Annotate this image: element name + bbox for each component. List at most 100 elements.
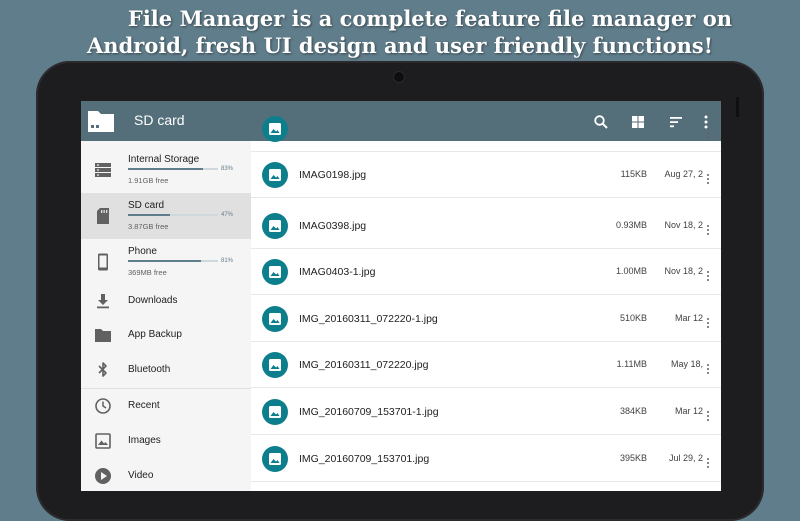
file-size: 510KB	[619, 313, 647, 323]
promo-headline-line1: File Manager is a complete feature file …	[127, 6, 733, 31]
file-name: IMG_20160709_153701.jpg	[299, 453, 430, 465]
storage-name: SD card	[128, 200, 165, 211]
file-date: Mar 12	[674, 406, 703, 416]
file-row-partial[interactable]	[251, 106, 721, 152]
drawer-item-sd-card[interactable]: SD card 47% 3.87GB free	[81, 193, 251, 239]
storage-percent: 83%	[221, 166, 234, 172]
storage-icon	[95, 163, 111, 177]
file-date: May 18,	[670, 359, 703, 369]
image-icon	[269, 359, 281, 371]
file-row[interactable]: IMG_20160311_072220-1.jpg 510KB Mar 12	[251, 296, 721, 342]
image-thumbnail	[262, 446, 288, 472]
drawer-item-app-backup[interactable]: App Backup	[81, 318, 251, 352]
file-name: IMAG0398.jpg	[299, 220, 367, 232]
image-thumbnail	[262, 306, 288, 332]
drawer-item-label: Video	[128, 470, 154, 481]
more-vert-icon[interactable]	[702, 224, 714, 236]
file-date: Nov 18, 2	[664, 220, 703, 230]
more-vert-icon[interactable]	[702, 457, 714, 469]
image-thumbnail	[262, 259, 288, 285]
storage-free: 1.91GB free	[128, 176, 169, 185]
image-icon	[269, 169, 281, 181]
storage-usage-fill	[128, 214, 171, 216]
storage-usage-bar	[128, 260, 218, 262]
drawer-item-images[interactable]: Images	[81, 424, 251, 458]
file-row[interactable]: IMAG0198.jpg 115KB Aug 27, 2	[251, 152, 721, 198]
file-name: IMG_20160709_153701-1.jpg	[299, 406, 439, 418]
drawer-item-label: Bluetooth	[128, 364, 171, 375]
app-screen: SD card Internal Storage 83% 1.91GB free…	[81, 101, 721, 491]
file-row[interactable]: IMAG0398.jpg 0.93MB Nov 18, 2	[251, 203, 721, 249]
file-name: IMG_20160311_072220.jpg	[299, 359, 429, 371]
file-size: 115KB	[620, 169, 647, 179]
file-date: Jul 29, 2	[668, 453, 703, 463]
file-row[interactable]: IMG_20160311_072220.jpg 1.11MB May 18,	[251, 342, 721, 388]
bluetooth-icon	[98, 362, 107, 377]
storage-free: 369MB free	[128, 268, 167, 277]
file-row[interactable]: IMAG0403-1.jpg 1.00MB Nov 18, 2	[251, 249, 721, 295]
storage-free: 3.87GB free	[128, 222, 169, 231]
image-icon	[269, 453, 281, 465]
image-thumbnail	[262, 162, 288, 188]
image-icon	[269, 266, 281, 278]
storage-usage-bar	[128, 214, 218, 216]
file-date: Mar 12	[674, 313, 703, 323]
file-size: 395KB	[619, 453, 647, 463]
drawer-item-video[interactable]: Video	[81, 459, 251, 491]
image-icon	[269, 123, 281, 135]
more-vert-icon[interactable]	[702, 270, 714, 282]
storage-percent: 47%	[221, 212, 234, 218]
drawer-item-phone[interactable]: Phone 81% 369MB free	[81, 239, 251, 285]
promo-headline-line2: Android, fresh UI design and user friend…	[87, 33, 713, 58]
storage-usage-fill	[128, 168, 203, 170]
more-vert-icon[interactable]	[702, 410, 714, 422]
storage-usage-fill	[128, 260, 201, 262]
camera-icon	[394, 72, 404, 82]
power-button	[736, 97, 739, 117]
play-icon	[95, 468, 111, 484]
drawer-item-label: App Backup	[128, 329, 182, 340]
drawer-item-recent[interactable]: Recent	[81, 389, 251, 423]
more-vert-icon[interactable]	[702, 363, 714, 375]
more-vert-icon[interactable]	[702, 127, 714, 139]
clock-icon	[95, 398, 111, 414]
image-thumbnail	[262, 352, 288, 378]
file-size: 1.11MB	[616, 359, 647, 369]
image-thumbnail	[262, 116, 288, 142]
image-icon	[95, 433, 111, 449]
file-size: 1.00MB	[615, 266, 647, 276]
drawer-item-label: Downloads	[128, 295, 178, 306]
image-icon	[269, 406, 281, 418]
image-icon	[269, 220, 281, 232]
file-name: IMAG0198.jpg	[299, 169, 367, 181]
file-row[interactable]: IMG_20160709_153701.jpg 395KB Jul 29, 2	[251, 436, 721, 482]
file-name: IMG_20160311_072220-1.jpg	[299, 313, 438, 325]
drawer-item-bluetooth[interactable]: Bluetooth	[81, 353, 251, 387]
storage-name: Phone	[128, 246, 157, 257]
drawer-item-downloads[interactable]: Downloads	[81, 284, 251, 318]
storage-usage-bar	[128, 168, 218, 170]
image-icon	[269, 313, 281, 325]
file-size: 0.93MB	[615, 220, 647, 230]
file-row[interactable]: IMG_20160709_153701-1.jpg 384KB Mar 12	[251, 389, 721, 435]
image-thumbnail	[262, 399, 288, 425]
navigation-drawer: Internal Storage 83% 1.91GB free SD card…	[81, 141, 251, 491]
download-icon	[97, 294, 109, 309]
more-vert-icon[interactable]	[702, 173, 714, 185]
drawer-item-label: Images	[128, 435, 161, 446]
file-size: 384KB	[619, 406, 647, 416]
file-date: Aug 27, 2	[664, 169, 703, 179]
more-vert-icon[interactable]	[702, 317, 714, 329]
file-list: IMAG0198.jpg 115KB Aug 27, 2 IMAG0398.jp…	[251, 116, 721, 491]
folder-icon	[88, 111, 114, 132]
storage-percent: 81%	[221, 258, 234, 264]
storage-name: Internal Storage	[128, 154, 200, 165]
folder-icon	[95, 329, 111, 342]
sd-card-icon	[97, 208, 109, 224]
drawer-item-label: Recent	[128, 400, 160, 411]
drawer-item-internal-storage[interactable]: Internal Storage 83% 1.91GB free	[81, 147, 251, 193]
file-date: Nov 18, 2	[664, 266, 703, 276]
toolbar-title: SD card	[134, 112, 185, 128]
image-thumbnail	[262, 213, 288, 239]
phone-icon	[98, 253, 108, 271]
